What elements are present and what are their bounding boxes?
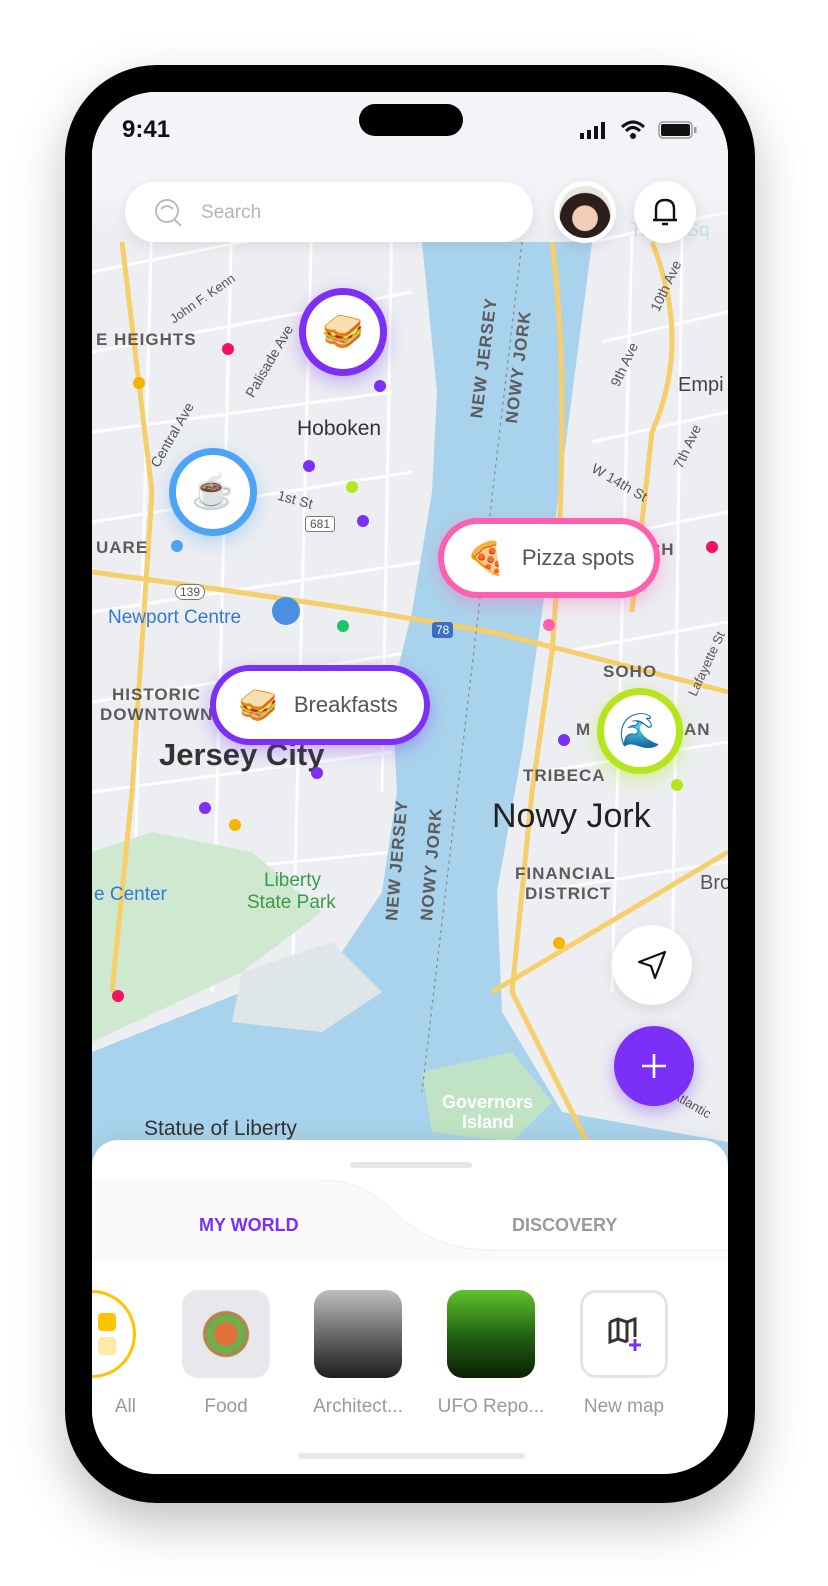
search-placeholder: Search xyxy=(201,202,262,223)
map-label: TRIBECA xyxy=(523,766,606,785)
map-label: UARE xyxy=(96,538,149,557)
map-label: e Center xyxy=(94,884,167,905)
map-tile-label: Architect... xyxy=(313,1396,403,1417)
map-label: Governors xyxy=(442,1092,534,1112)
place-dot[interactable] xyxy=(311,767,323,779)
map-label: State Park xyxy=(247,892,336,913)
place-dot[interactable] xyxy=(222,343,234,355)
marker-sandwich[interactable]: 🥪 xyxy=(299,288,387,376)
locate-button[interactable] xyxy=(612,925,692,1005)
shopping-icon xyxy=(272,597,300,625)
place-dot[interactable] xyxy=(671,779,683,791)
signal-icon xyxy=(580,122,605,139)
plus-icon xyxy=(642,1054,666,1078)
map-label: HISTORIC xyxy=(112,685,201,704)
map-tile-label: All xyxy=(114,1396,136,1417)
place-dot[interactable] xyxy=(374,380,386,392)
map-tile-food[interactable] xyxy=(182,1290,270,1378)
user-avatar-image xyxy=(559,186,611,238)
marker-pizza-spots[interactable]: 🍕 Pizza spots xyxy=(438,518,660,598)
place-dot[interactable] xyxy=(303,460,315,472)
map-label: E HEIGHTS xyxy=(96,330,197,349)
map-label: M xyxy=(576,720,592,739)
place-dot[interactable] xyxy=(337,620,349,632)
avatar[interactable] xyxy=(554,181,616,243)
map-label: Nowy Jork xyxy=(492,797,651,835)
map-tile-label: Food xyxy=(204,1396,248,1417)
map-tile-architecture[interactable] xyxy=(314,1290,402,1378)
map-label: AN xyxy=(684,720,711,739)
bell-icon xyxy=(653,198,677,226)
new-map-button[interactable] xyxy=(580,1290,668,1378)
place-dot[interactable] xyxy=(229,819,241,831)
add-map-icon xyxy=(608,1317,641,1351)
map-label: Empi xyxy=(678,374,724,396)
map-tile-all[interactable] xyxy=(92,1290,136,1378)
interstate-shield: 78 xyxy=(432,622,454,638)
search-icon xyxy=(155,199,182,227)
marker-label: Breakfasts xyxy=(293,692,398,717)
status-time: 9:41 xyxy=(122,116,171,143)
route-shield: 681 xyxy=(305,516,336,532)
pizza-icon: 🍕 xyxy=(466,540,506,576)
navigation-arrow-icon xyxy=(637,950,667,980)
map-label: DISTRICT xyxy=(525,884,612,903)
place-dot[interactable] xyxy=(553,937,565,949)
tab-discovery[interactable]: DISCOVERY xyxy=(512,1215,617,1236)
wifi-icon xyxy=(620,120,646,139)
place-dot[interactable] xyxy=(112,990,124,1002)
map-tile-label: New map xyxy=(583,1396,665,1417)
place-dot[interactable] xyxy=(543,619,555,631)
map-label: Newport Centre xyxy=(108,607,242,628)
bottom-sheet: MY WORLD DISCOVERY All Food Architect...… xyxy=(92,1140,728,1474)
map-tile-ufo-reports[interactable] xyxy=(447,1290,535,1378)
map-label: FINANCIAL xyxy=(515,864,616,883)
map[interactable] xyxy=(92,92,728,1192)
tab-background xyxy=(92,1180,728,1260)
sandwich-icon: 🥪 xyxy=(321,313,365,351)
place-dot[interactable] xyxy=(558,734,570,746)
tab-my-world[interactable]: MY WORLD xyxy=(199,1215,299,1236)
place-dot[interactable] xyxy=(357,515,369,527)
add-button[interactable] xyxy=(614,1026,694,1106)
marker-coffee[interactable]: ☕ xyxy=(169,448,257,536)
place-dot[interactable] xyxy=(199,802,211,814)
place-dot[interactable] xyxy=(706,541,718,553)
marker-wave[interactable]: 🌊 xyxy=(597,688,683,774)
all-icon-part xyxy=(98,1337,116,1355)
map-label: Bro xyxy=(700,872,728,894)
marker-label: Pizza spots xyxy=(521,545,635,570)
dynamic-island xyxy=(359,104,463,136)
map-label: DOWNTOWN xyxy=(100,705,214,724)
all-icon xyxy=(98,1313,116,1331)
place-dot[interactable] xyxy=(133,377,145,389)
map-label: Liberty xyxy=(264,870,322,891)
map-label: Hoboken xyxy=(297,417,382,440)
place-dot[interactable] xyxy=(346,481,358,493)
search-input[interactable]: Search xyxy=(125,182,533,242)
drag-handle[interactable] xyxy=(350,1162,472,1168)
home-indicator xyxy=(298,1453,525,1459)
coffee-icon: ☕ xyxy=(191,473,235,511)
map-label: Statue of Liberty xyxy=(144,1117,297,1140)
place-dot[interactable] xyxy=(171,540,183,552)
map-label: SOHO xyxy=(603,662,658,681)
wave-icon: 🌊 xyxy=(618,712,662,750)
map-label: Island xyxy=(462,1112,515,1132)
battery-icon xyxy=(658,121,697,139)
map-tile-label: UFO Repo... xyxy=(437,1396,545,1417)
route-shield: 139 xyxy=(175,584,206,600)
notifications-button[interactable] xyxy=(634,181,696,243)
marker-breakfasts[interactable]: 🥪 Breakfasts xyxy=(210,665,430,745)
screen: E HEIGHTS John F. Kenn Palisade Ave Cent… xyxy=(92,92,728,1474)
sandwich-icon: 🥪 xyxy=(238,687,278,723)
